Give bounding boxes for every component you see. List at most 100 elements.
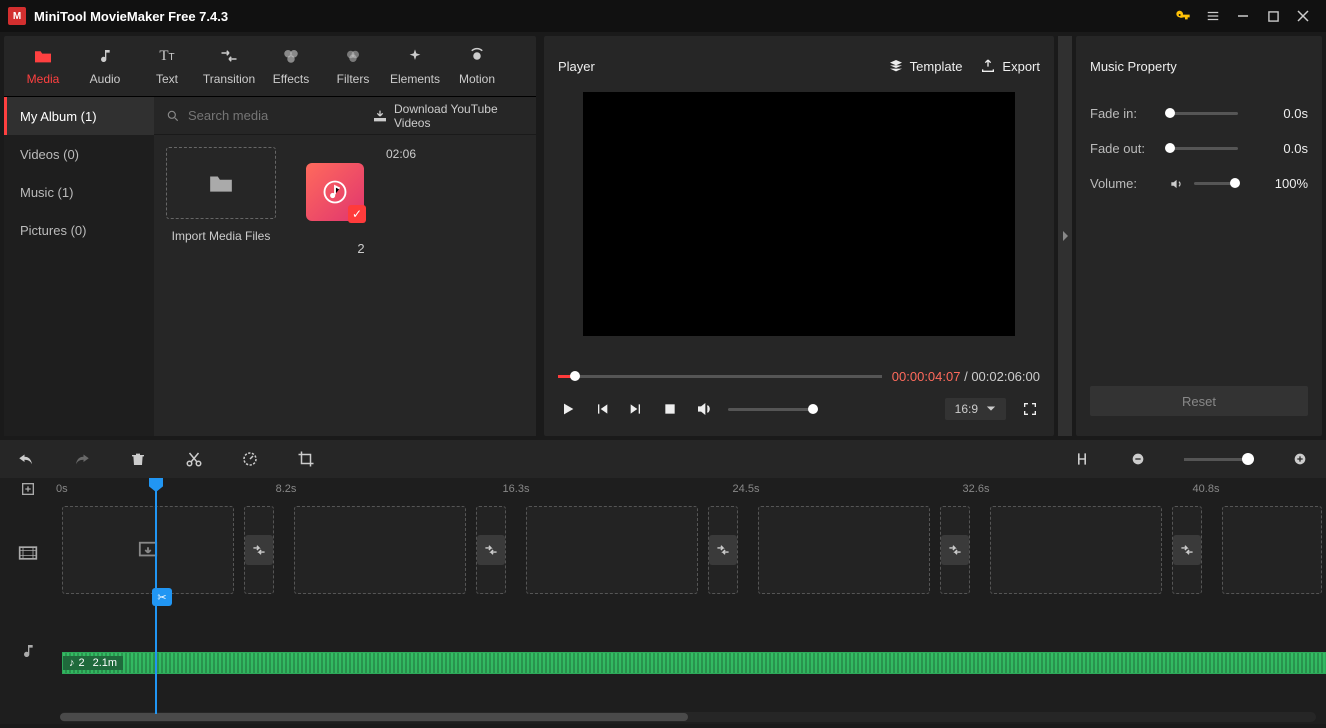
speaker-icon [1168,177,1184,191]
fade-in-value: 0.0s [1283,106,1308,121]
tab-effects[interactable]: Effects [260,46,322,86]
export-button[interactable]: Export [980,58,1040,74]
transition-icon [219,46,239,66]
seek-bar[interactable]: 00:00:04:07 / 00:02:06:00 [558,366,1040,386]
player-panel: Player Template Export 00:00:04:07 / 00:… [544,36,1054,436]
clip-duration: 02:06 [306,147,416,161]
reset-button[interactable]: Reset [1090,386,1308,416]
folder-icon [208,172,234,194]
tab-media[interactable]: Media [12,46,74,86]
redo-button[interactable] [72,449,92,469]
transition-slot[interactable] [244,506,274,594]
fade-out-slider[interactable] [1168,147,1238,150]
zoom-slider[interactable] [1184,458,1254,461]
clip-placeholder[interactable] [526,506,698,594]
player-title: Player [558,59,870,74]
timeline-scrollbar[interactable] [60,712,1316,722]
music-note-icon: ♪ [69,657,75,669]
search-input[interactable] [188,108,364,123]
audio-track[interactable]: ♪ 2 2.1m [56,636,1326,696]
prev-frame-button[interactable] [592,399,612,419]
tab-text[interactable]: TT Text [136,46,198,86]
media-sidebar: My Album (1) Videos (0) Music (1) Pictur… [4,97,154,436]
sidebar-item-my-album[interactable]: My Album (1) [4,97,154,135]
app-logo: M [8,7,26,25]
effects-icon [281,46,301,66]
video-track-icon [0,500,56,606]
template-icon [888,58,904,74]
filters-icon [343,46,363,66]
delete-button[interactable] [128,449,148,469]
total-time: 00:02:06:00 [971,369,1040,384]
music-thumb-icon: ✓ [306,163,364,221]
clip-placeholder[interactable] [1222,506,1322,594]
fit-timeline-button[interactable] [1072,449,1092,469]
app-title: MiniTool MovieMaker Free 7.4.3 [34,9,1168,24]
fade-in-slider[interactable] [1168,112,1238,115]
timeline-toolbar [0,440,1326,478]
tab-audio[interactable]: Audio [74,46,136,86]
crop-button[interactable] [296,449,316,469]
add-track-button[interactable] [0,478,56,500]
volume-value: 100% [1275,176,1308,191]
sidebar-item-videos[interactable]: Videos (0) [4,135,154,173]
clip-name: 2 [306,241,416,256]
clip-placeholder[interactable] [62,506,234,594]
fullscreen-button[interactable] [1020,399,1040,419]
stop-button[interactable] [660,399,680,419]
sparkle-icon [405,46,425,66]
export-icon [980,58,996,74]
next-frame-button[interactable] [626,399,646,419]
fade-in-label: Fade in: [1090,106,1158,121]
properties-panel: Music Property Fade in: 0.0s Fade out: 0… [1076,36,1322,436]
speed-button[interactable] [240,449,260,469]
split-badge-icon[interactable]: ✂ [152,588,172,606]
media-clip-tile[interactable]: 02:06 ✓ 2 [306,147,416,256]
tab-filters[interactable]: Filters [322,46,384,86]
playhead[interactable]: ✂ [155,478,157,714]
zoom-in-button[interactable] [1290,449,1310,469]
download-youtube-link[interactable]: Download YouTube Videos [372,102,524,130]
import-label: Import Media Files [172,229,271,243]
maximize-button[interactable] [1258,0,1288,32]
video-preview [583,92,1015,336]
transition-slot[interactable] [476,506,506,594]
tab-elements[interactable]: Elements [384,46,446,86]
sidebar-item-pictures[interactable]: Pictures (0) [4,211,154,249]
folder-icon [33,46,53,66]
video-track[interactable] [56,506,1326,606]
template-button[interactable]: Template [888,58,963,74]
transition-slot[interactable] [1172,506,1202,594]
clip-placeholder[interactable] [294,506,466,594]
panel-collapse-handle[interactable] [1058,36,1072,436]
zoom-out-button[interactable] [1128,449,1148,469]
sidebar-item-music[interactable]: Music (1) [4,173,154,211]
upgrade-key-icon[interactable] [1168,0,1198,32]
minimize-button[interactable] [1228,0,1258,32]
play-button[interactable] [558,399,578,419]
timeline-ruler[interactable]: 0s 8.2s 16.3s 24.5s 32.6s 40.8s [56,478,1326,500]
volume-prop-slider[interactable] [1194,182,1238,185]
check-badge-icon: ✓ [348,205,366,223]
tab-motion[interactable]: Motion [446,46,508,86]
close-button[interactable] [1288,0,1318,32]
import-media-tile[interactable]: Import Media Files [166,147,276,256]
volume-slider[interactable] [728,408,818,411]
transition-slot[interactable] [708,506,738,594]
split-button[interactable] [184,449,204,469]
main-tabs: Media Audio TT Text Transition Effects F… [4,36,536,96]
clip-placeholder[interactable] [990,506,1162,594]
media-panel: Media Audio TT Text Transition Effects F… [4,36,536,436]
volume-icon[interactable] [694,399,714,419]
transition-slot[interactable] [940,506,970,594]
fade-out-label: Fade out: [1090,141,1158,156]
chevron-down-icon [986,405,996,413]
undo-button[interactable] [16,449,36,469]
aspect-ratio-select[interactable]: 16:9 [945,398,1006,420]
audio-clip[interactable]: ♪ 2 2.1m [62,652,1326,674]
menu-icon[interactable] [1198,0,1228,32]
music-note-icon [95,46,115,66]
clip-placeholder[interactable] [758,506,930,594]
fade-out-value: 0.0s [1283,141,1308,156]
tab-transition[interactable]: Transition [198,46,260,86]
